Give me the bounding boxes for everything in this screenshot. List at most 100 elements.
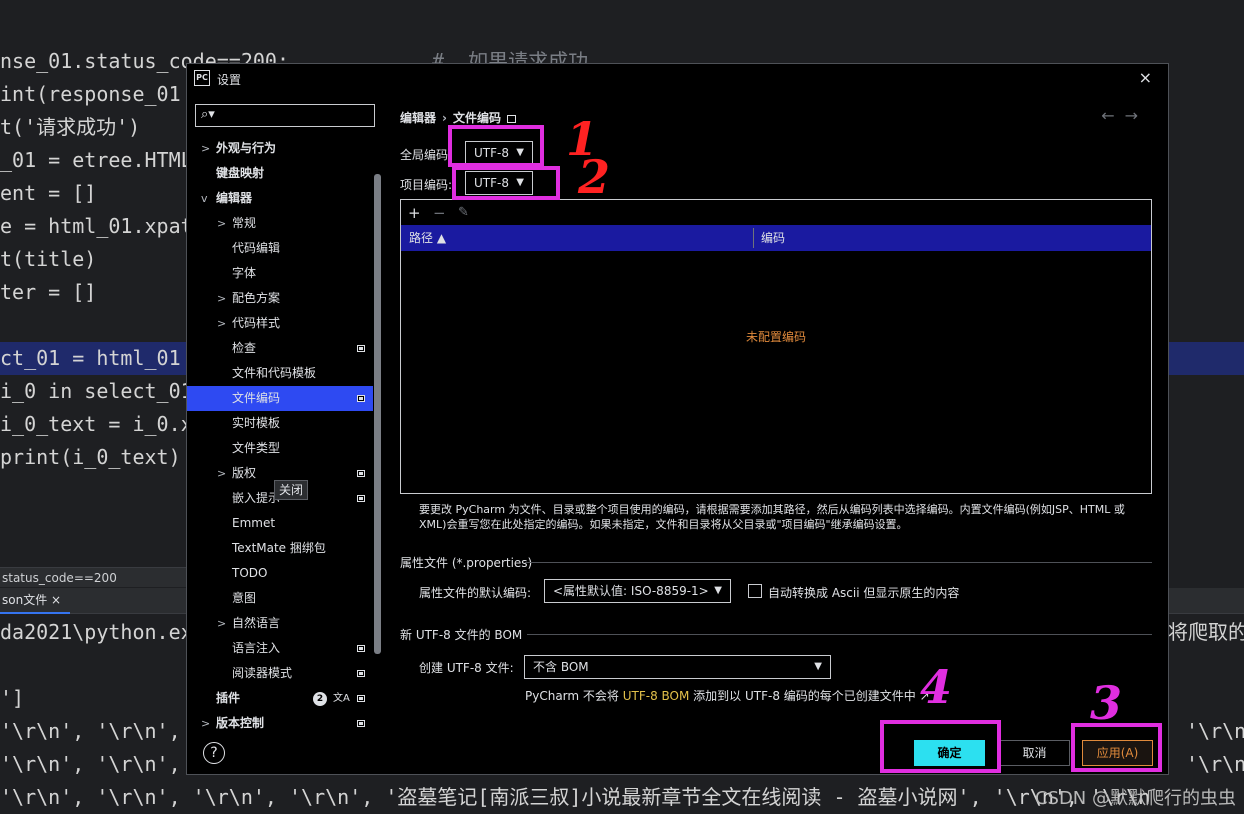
chevron-down-icon: ▼ (714, 585, 722, 596)
tree-item[interactable]: 语言注入 (187, 636, 373, 661)
edit-icon[interactable]: ✎ (458, 202, 469, 224)
chevron-right-icon[interactable]: > (217, 611, 226, 636)
annotation-box-3 (1071, 723, 1162, 772)
project-scope-icon (357, 720, 365, 727)
search-icon: ⌕▾ (201, 107, 215, 122)
cancel-button[interactable]: 取消 (999, 740, 1070, 766)
code-line: i_0 in select_01 (0, 379, 193, 403)
chevron-down-icon[interactable]: v (201, 186, 208, 211)
column-header-encoding[interactable]: 编码 (761, 225, 785, 251)
tree-item[interactable]: 字体 (187, 261, 373, 286)
ascii-convert-checkbox[interactable] (748, 584, 762, 598)
tooltip: 关闭 (274, 480, 309, 500)
tree-item[interactable]: Emmet (187, 511, 373, 536)
global-encoding-label: 全局编码: (400, 148, 453, 162)
breadcrumb: 编辑器 › 文件编码 (400, 109, 516, 126)
chevron-right-icon[interactable]: > (201, 711, 210, 736)
help-icon[interactable]: ? (203, 742, 225, 764)
tree-item-label: 阅读器模式 (232, 666, 293, 680)
tree-item[interactable]: v 编辑器 (187, 186, 373, 211)
back-arrow-icon[interactable]: ← (1101, 106, 1124, 125)
project-scope-icon (506, 114, 516, 123)
dialog-title-bar: PC 设置 × (187, 64, 1168, 94)
annotation-box-1 (448, 125, 544, 167)
bom-hint: PyCharm 不会将 UTF-8 BOM 添加到以 UTF-8 编码的每个已创… (525, 687, 930, 704)
code-line: ter = [] (0, 280, 97, 304)
tree-item[interactable]: > 代码样式 (187, 311, 373, 336)
chevron-right-icon[interactable]: > (217, 461, 226, 486)
bom-label: 创建 UTF-8 文件: (419, 661, 514, 675)
add-icon[interactable]: + (408, 202, 421, 224)
tree-item-label: 键盘映射 (216, 166, 265, 180)
tree-item-label: 检查 (232, 341, 257, 355)
editor-status-bar: status_code==200 (0, 567, 186, 587)
nav-arrows: ←→ (1101, 106, 1148, 125)
tree-item-label: 外观与行为 (216, 141, 277, 155)
empty-table-text: 未配置编码 (745, 330, 806, 344)
tree-item[interactable]: TODO (187, 561, 373, 586)
properties-encoding-select[interactable]: <属性默认值: ISO-8859-1> ▼ (544, 579, 731, 603)
close-icon[interactable]: × (1139, 68, 1152, 87)
project-scope-icon (357, 645, 365, 652)
forward-arrow-icon[interactable]: → (1125, 106, 1148, 125)
annotation-number-2: 2 (578, 150, 611, 204)
tree-item-label: 语言注入 (232, 641, 281, 655)
tree-item-label: 代码编辑 (232, 241, 281, 255)
code-line: int(response_01 (0, 82, 181, 106)
tree-item[interactable]: 阅读器模式 (187, 661, 373, 686)
column-header-path[interactable]: 路径 ▲ (409, 225, 446, 251)
bom-hint-text: PyCharm 不会将 (525, 689, 623, 703)
tree-item[interactable]: 检查 (187, 336, 373, 361)
bom-hint-text: 添加到以 UTF-8 编码的每个已创建文件中 ↗ (689, 689, 930, 703)
tree-item[interactable]: 实时模板 (187, 411, 373, 436)
chevron-right-icon[interactable]: > (217, 211, 226, 236)
tree-item[interactable]: > 配色方案 (187, 286, 373, 311)
tree-item-label: 编辑器 (216, 191, 253, 205)
section-divider (527, 634, 1152, 635)
tree-item[interactable]: 插件 2 文A (187, 686, 373, 711)
project-scope-icon (357, 495, 365, 502)
bom-hint-link[interactable]: UTF-8 BOM (623, 689, 690, 703)
tree-item[interactable]: 代码编辑 (187, 236, 373, 261)
tree-item-label: Emmet (232, 516, 276, 530)
tree-item-label: 实时模板 (232, 416, 281, 430)
project-scope-icon (357, 395, 365, 402)
breadcrumb-parent[interactable]: 编辑器 (400, 111, 436, 125)
sidebar-scrollbar[interactable] (374, 174, 381, 654)
tree-item[interactable]: 文件编码 (187, 386, 373, 411)
update-count-badge: 2 (313, 692, 327, 706)
properties-encoding-value: <属性默认值: ISO-8859-1> (553, 584, 709, 598)
tree-item[interactable]: 意图 (187, 586, 373, 611)
code-line: print(i_0_text) (0, 445, 181, 469)
chevron-right-icon[interactable]: > (217, 311, 226, 336)
tree-item[interactable]: TextMate 捆绑包 (187, 536, 373, 561)
tree-item-label: 自然语言 (232, 616, 281, 630)
tree-item[interactable]: > 外观与行为 (187, 136, 373, 161)
tree-item[interactable]: 键盘映射 (187, 161, 373, 186)
project-scope-icon (357, 470, 365, 477)
chevron-right-icon[interactable]: > (217, 286, 226, 311)
chevron-right-icon[interactable]: > (201, 136, 210, 161)
tree-item-label: 版本控制 (216, 716, 265, 730)
tree-item[interactable]: > 版本控制 (187, 711, 373, 736)
console-line-right: '\r\n (1186, 752, 1244, 776)
tree-item-label: 插件 (216, 691, 241, 705)
tree-item-label: 版权 (232, 466, 257, 480)
bom-select[interactable]: 不含 BOM ▼ (524, 655, 831, 679)
pycharm-logo-icon: PC (194, 70, 210, 86)
tree-item[interactable]: 文件类型 (187, 436, 373, 461)
settings-search-input[interactable]: ⌕▾ (195, 104, 375, 127)
dialog-footer: ? 确定 取消 应用(A) (187, 734, 1168, 774)
code-line: t(title) (0, 247, 97, 271)
code-line: t('请求成功') (0, 115, 141, 139)
remove-icon[interactable]: − (433, 202, 446, 224)
run-tab[interactable]: son文件 × (0, 588, 70, 614)
console-line-right: 将爬取的 (1168, 620, 1244, 644)
breadcrumb-separator: › (442, 111, 447, 125)
tree-item-label: 意图 (232, 591, 257, 605)
tree-item-label: 配色方案 (232, 291, 281, 305)
tree-item[interactable]: > 自然语言 (187, 611, 373, 636)
tree-item[interactable]: 文件和代码模板 (187, 361, 373, 386)
tree-item[interactable]: > 常规 (187, 211, 373, 236)
ascii-convert-label: 自动转换成 Ascii 但显示原生的内容 (768, 586, 960, 600)
